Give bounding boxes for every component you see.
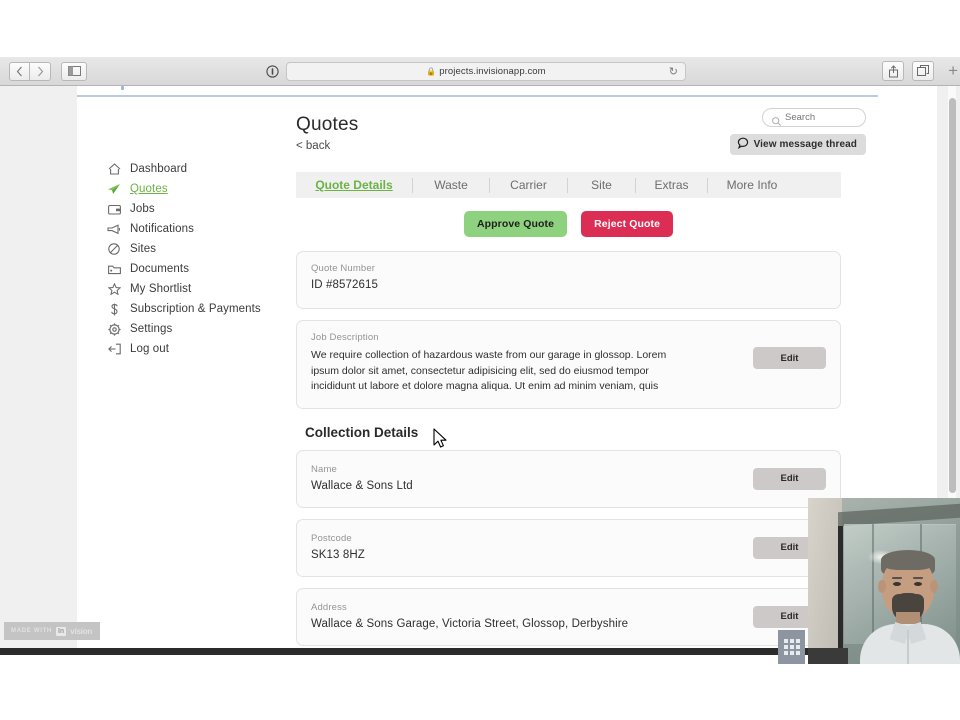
card-label: Job Description bbox=[311, 332, 379, 343]
page-top-divider bbox=[77, 95, 878, 97]
tab-bar: Quote Details Waste Carrier Site Extras … bbox=[296, 172, 841, 198]
privacy-report-icon[interactable] bbox=[262, 62, 282, 81]
card-address: Address Wallace & Sons Garage, Victoria … bbox=[296, 587, 841, 646]
page-top-marker bbox=[121, 86, 124, 90]
forward-button[interactable] bbox=[30, 61, 51, 81]
card-label: Address bbox=[311, 601, 347, 613]
sidebar-item-label: Documents bbox=[130, 263, 190, 275]
card-quote-number: Quote Number ID #8572615 bbox=[296, 251, 841, 309]
sidebar-toggle-button[interactable] bbox=[61, 61, 87, 81]
tab-site[interactable]: Site bbox=[568, 178, 635, 192]
grid-dots-icon bbox=[783, 639, 800, 655]
search-input[interactable] bbox=[785, 112, 859, 123]
sidebar-item-label: Dashboard bbox=[130, 163, 188, 175]
main-content: Quotes < back View message thread bbox=[296, 108, 866, 646]
search-box[interactable] bbox=[762, 108, 866, 127]
gear-icon bbox=[104, 321, 124, 337]
tab-more-info[interactable]: More Info bbox=[708, 178, 796, 192]
sidebar-item-documents[interactable]: Documents bbox=[104, 259, 289, 279]
share-icon[interactable] bbox=[882, 61, 904, 81]
megaphone-icon bbox=[104, 221, 124, 237]
star-icon bbox=[104, 281, 124, 297]
wallet-icon bbox=[104, 201, 124, 217]
card-postcode: Postcode SK13 8HZ Edit bbox=[296, 518, 841, 577]
sidebar-item-settings[interactable]: Settings bbox=[104, 319, 289, 339]
back-button[interactable] bbox=[9, 61, 30, 81]
edit-button[interactable]: Edit bbox=[753, 347, 826, 369]
home-icon bbox=[104, 161, 124, 177]
invision-watermark: MADE WITH In vision bbox=[4, 622, 100, 640]
no-entry-icon bbox=[104, 241, 124, 257]
chat-bubble-icon bbox=[737, 136, 749, 154]
approve-quote-button[interactable]: Approve Quote bbox=[463, 211, 568, 237]
card-value: ID #8572615 bbox=[311, 279, 378, 291]
sidebar-item-my-shortlist[interactable]: My Shortlist bbox=[104, 279, 289, 299]
address-bar[interactable]: 🔒 projects.invisionapp.com ↻ bbox=[286, 62, 686, 81]
search-icon bbox=[772, 113, 781, 126]
tab-waste[interactable]: Waste bbox=[413, 178, 489, 192]
sidebar-item-label: My Shortlist bbox=[130, 283, 192, 295]
sidebar-item-label: Log out bbox=[130, 343, 170, 355]
card-name: Name Wallace & Sons Ltd Edit bbox=[296, 449, 841, 508]
mouse-cursor bbox=[433, 428, 449, 450]
card-value: Wallace & Sons Garage, Victoria Street, … bbox=[311, 617, 629, 630]
bottom-letterbox bbox=[0, 655, 960, 720]
section-title-collection-details: Collection Details bbox=[305, 424, 419, 440]
card-label: Name bbox=[311, 463, 337, 475]
sidebar-item-subscription-payments[interactable]: Subscription & Payments bbox=[104, 299, 289, 319]
sidebar-item-label: Settings bbox=[130, 323, 173, 335]
card-value: SK13 8HZ bbox=[311, 548, 365, 561]
card-job-description: Job Description We require collection of… bbox=[296, 320, 841, 409]
logout-icon bbox=[104, 341, 124, 357]
sidebar-item-label: Quotes bbox=[130, 183, 168, 195]
url-text: projects.invisionapp.com bbox=[439, 66, 546, 77]
sidebar-item-label: Notifications bbox=[130, 223, 194, 235]
watermark-brand: vision bbox=[70, 626, 93, 636]
lock-icon: 🔒 bbox=[426, 67, 437, 76]
back-link[interactable]: < back bbox=[296, 140, 330, 152]
new-tab-button[interactable]: + bbox=[948, 62, 958, 80]
sidebar-item-notifications[interactable]: Notifications bbox=[104, 219, 289, 239]
sidebar-item-log-out[interactable]: Log out bbox=[104, 339, 289, 359]
invision-logo-icon: In bbox=[55, 626, 67, 636]
dollar-icon bbox=[104, 301, 124, 317]
grid-menu-widget[interactable] bbox=[778, 630, 805, 664]
view-message-thread-label: View message thread bbox=[753, 139, 857, 150]
chrome-right-actions bbox=[882, 61, 934, 81]
tab-quote-details[interactable]: Quote Details bbox=[296, 178, 412, 192]
tab-extras[interactable]: Extras bbox=[636, 178, 707, 192]
show-tabs-icon[interactable] bbox=[912, 61, 934, 81]
sidebar-nav: Dashboard Quotes Jobs Notifications Site… bbox=[104, 159, 289, 359]
top-letterbox bbox=[0, 0, 960, 57]
sidebar-item-label: Subscription & Payments bbox=[130, 303, 261, 315]
sidebar-item-jobs[interactable]: Jobs bbox=[104, 199, 289, 219]
edit-button[interactable]: Edit bbox=[753, 467, 826, 490]
reload-icon[interactable]: ↻ bbox=[669, 65, 678, 78]
nav-button-group bbox=[9, 61, 51, 81]
card-value: We require collection of hazardous waste… bbox=[311, 349, 667, 392]
tab-carrier[interactable]: Carrier bbox=[490, 178, 567, 192]
scrollbar-thumb[interactable] bbox=[949, 98, 956, 493]
detail-cards: Quote Number ID #8572615 Job Description… bbox=[296, 251, 841, 648]
card-value: Wallace & Sons Ltd bbox=[311, 479, 413, 492]
screen: 🔒 projects.invisionapp.com ↻ + Dashboard… bbox=[0, 0, 960, 720]
sidebar-item-dashboard[interactable]: Dashboard bbox=[104, 159, 289, 179]
sidebar-item-label: Sites bbox=[130, 243, 157, 255]
quote-actions: Approve Quote Reject Quote bbox=[296, 211, 841, 237]
sidebar-item-label: Jobs bbox=[130, 203, 155, 215]
folder-icon bbox=[104, 261, 124, 277]
webcam-overlay bbox=[808, 498, 960, 664]
card-label: Quote Number bbox=[311, 263, 376, 274]
sidebar-item-sites[interactable]: Sites bbox=[104, 239, 289, 259]
paper-plane-icon bbox=[104, 181, 124, 197]
sidebar-item-quotes[interactable]: Quotes bbox=[104, 179, 289, 199]
card-label: Postcode bbox=[311, 532, 352, 544]
watermark-made-with: MADE WITH bbox=[11, 628, 52, 634]
view-message-thread-button[interactable]: View message thread bbox=[729, 134, 866, 155]
reject-quote-button[interactable]: Reject Quote bbox=[581, 211, 674, 237]
